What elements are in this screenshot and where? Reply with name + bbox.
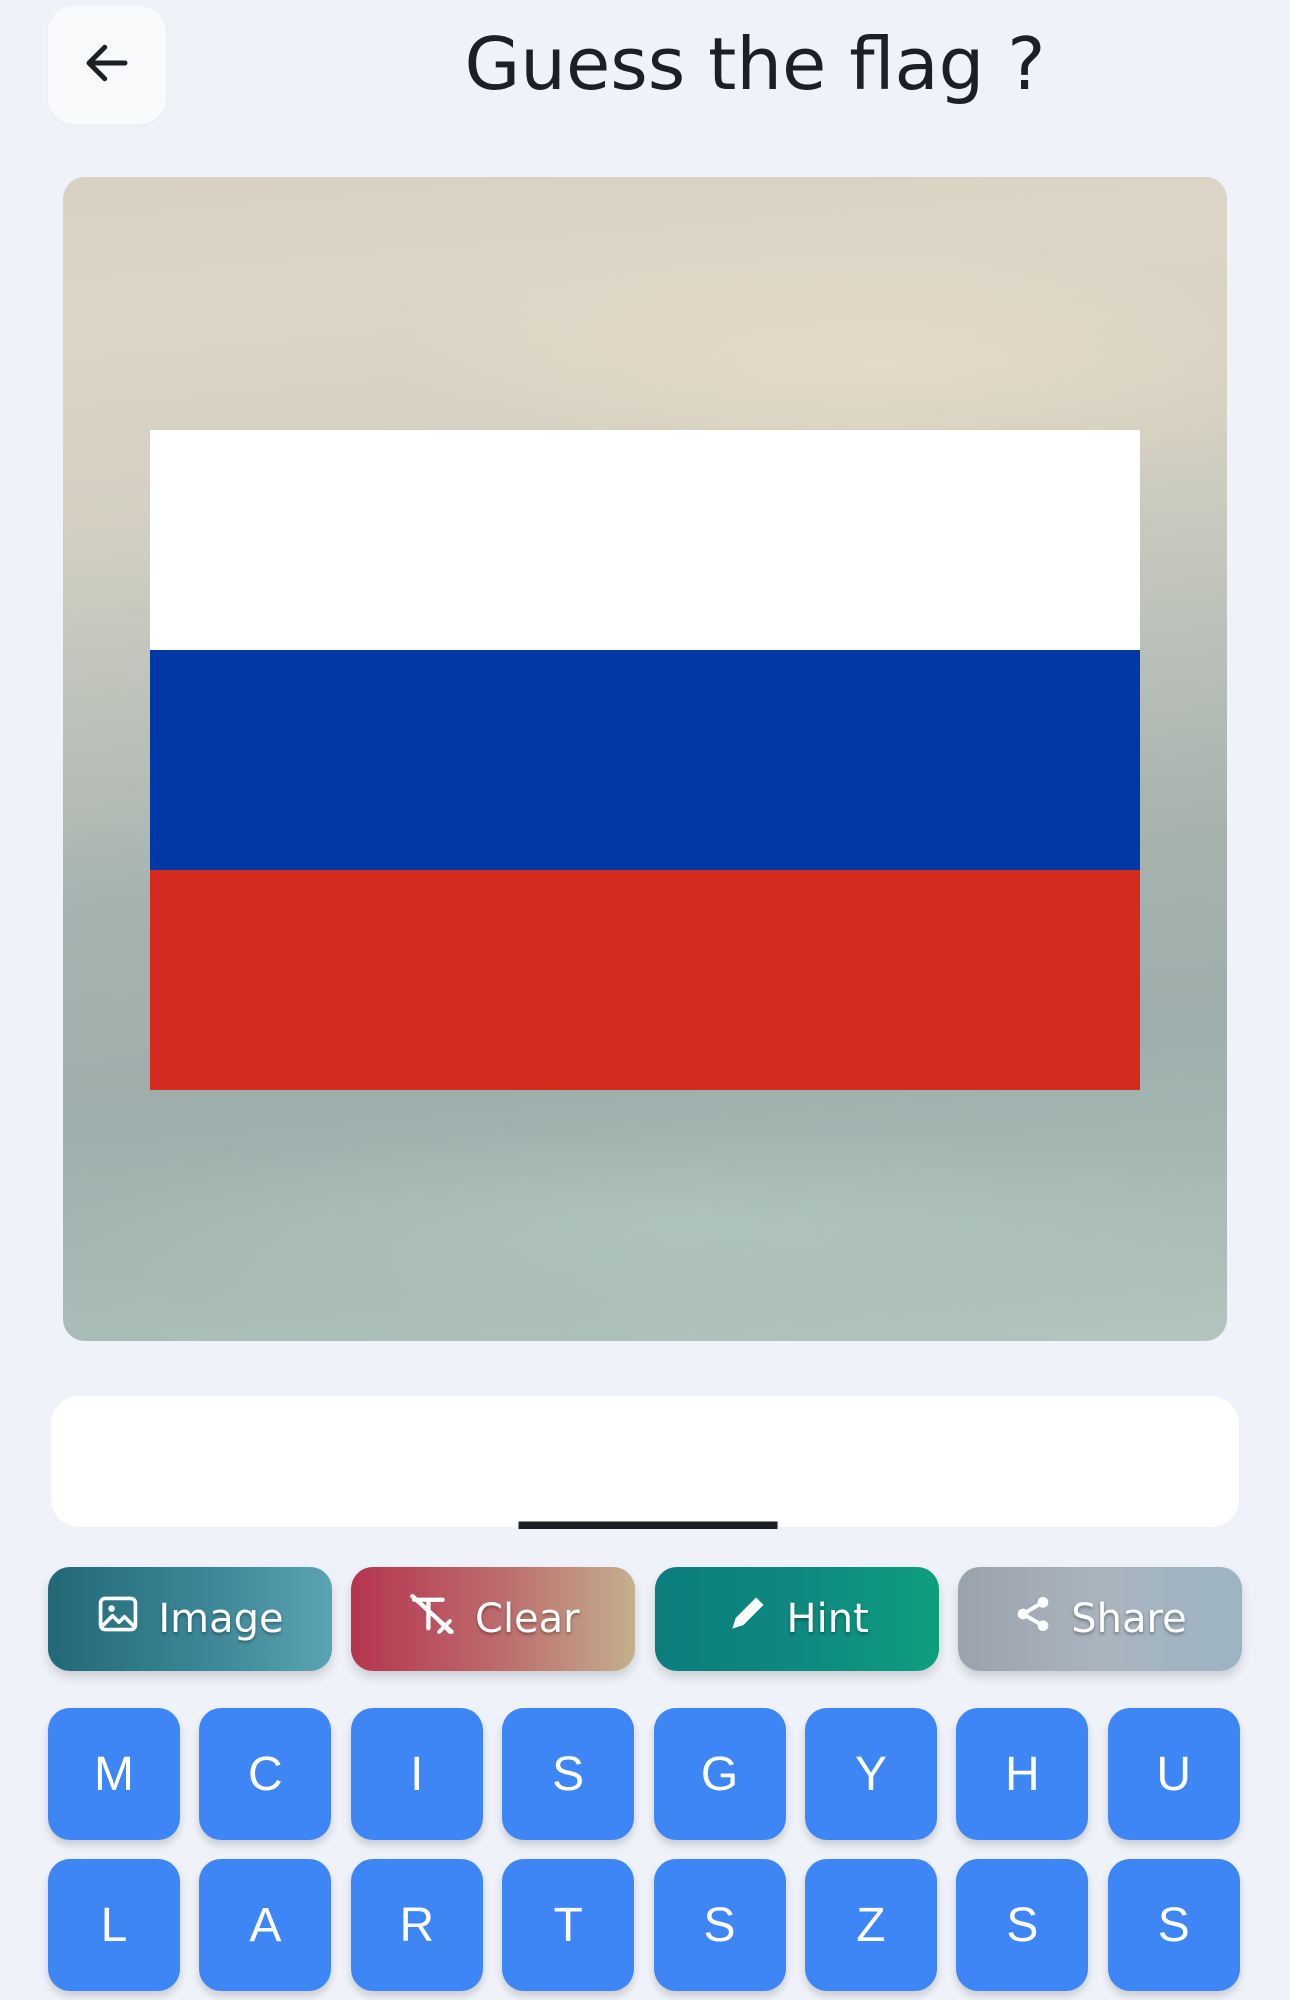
action-bar: Image Clear Hint Share (48, 1567, 1242, 1671)
flag-image (150, 430, 1140, 1090)
page-title: Guess the flag ? (464, 22, 1046, 106)
hint-button[interactable]: Hint (654, 1567, 939, 1671)
letter-key[interactable]: M (48, 1708, 180, 1840)
answer-slots: ______ (518, 1436, 778, 1529)
clear-button-label: Clear (475, 1596, 580, 1642)
letter-key[interactable]: S (956, 1859, 1089, 1991)
letter-key[interactable]: Z (804, 1859, 937, 1991)
pencil-icon (725, 1592, 769, 1646)
letter-key[interactable]: G (653, 1708, 786, 1840)
arrow-left-icon (80, 36, 134, 94)
image-icon (96, 1592, 140, 1646)
flag-stripe-top (150, 430, 1140, 650)
clear-button[interactable]: Clear (351, 1567, 636, 1671)
letter-key[interactable]: U (1107, 1708, 1240, 1840)
clear-format-icon (407, 1592, 457, 1646)
letter-key[interactable]: I (350, 1708, 483, 1840)
flag-stripe-middle (150, 650, 1140, 870)
letter-key[interactable]: C (199, 1708, 332, 1840)
image-button-label: Image (158, 1596, 284, 1642)
answer-field[interactable]: ______ (51, 1396, 1239, 1529)
letter-key[interactable]: S (502, 1708, 635, 1840)
share-icon (1013, 1594, 1053, 1644)
letter-key[interactable]: S (1107, 1859, 1240, 1991)
share-button[interactable]: Share (957, 1567, 1242, 1671)
image-button[interactable]: Image (48, 1567, 332, 1671)
flag-stripe-bottom (150, 870, 1140, 1090)
letter-key[interactable]: H (956, 1708, 1089, 1840)
letter-keyboard: M C I S G Y H U L A R T S Z S S (48, 1708, 1242, 1991)
hint-button-label: Hint (786, 1596, 869, 1642)
letter-key[interactable]: T (502, 1859, 635, 1991)
letter-key[interactable]: L (48, 1859, 180, 1991)
flag-image-card (63, 177, 1227, 1341)
letter-key[interactable]: Y (804, 1708, 937, 1840)
share-button-label: Share (1071, 1596, 1187, 1642)
letter-key[interactable]: A (199, 1859, 332, 1991)
letter-key[interactable]: R (350, 1859, 483, 1991)
letter-key[interactable]: S (653, 1859, 786, 1991)
back-button[interactable] (48, 6, 166, 124)
